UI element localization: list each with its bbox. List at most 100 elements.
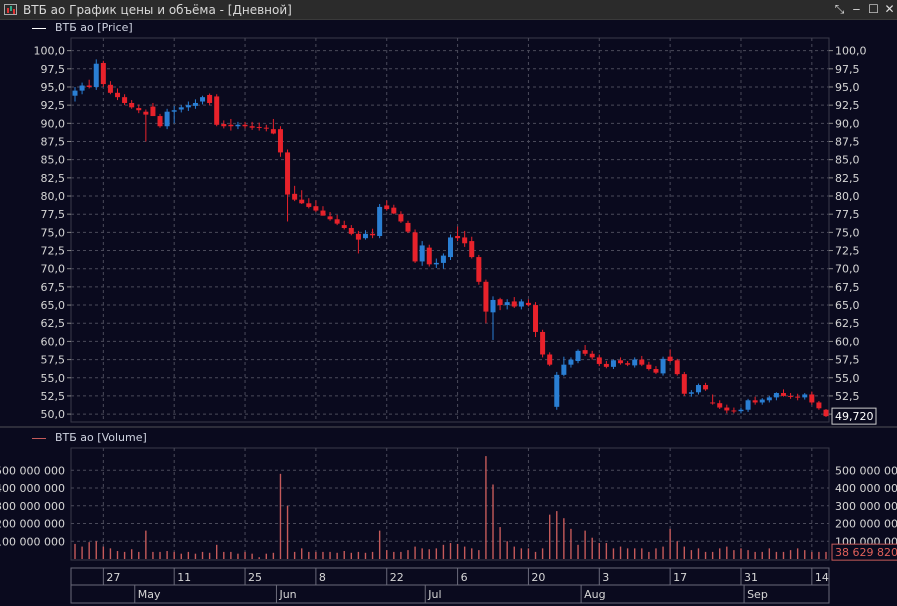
volume-tick-label-left: 500 000 000 <box>0 464 65 477</box>
price-candle <box>752 400 758 403</box>
price-candle <box>129 102 135 108</box>
price-candle <box>107 84 113 93</box>
price-tick-label-left: 55,0 <box>41 372 66 385</box>
price-candle <box>504 302 510 306</box>
price-candle <box>377 206 383 236</box>
price-candle <box>171 110 177 112</box>
price-tick-label-right: 82,5 <box>835 172 860 185</box>
price-plot-frame <box>70 37 830 423</box>
price-candle <box>178 107 184 110</box>
price-candle <box>136 108 142 111</box>
price-candle <box>823 409 829 417</box>
price-candle <box>816 402 822 409</box>
price-tick-label-left: 67,5 <box>41 281 66 294</box>
price-candle <box>235 124 241 127</box>
price-candle <box>788 395 794 397</box>
price-tick-label-right: 62,5 <box>835 317 860 330</box>
day-label: 6 <box>461 571 468 584</box>
last-volume-label: 38 629 820 <box>835 546 897 559</box>
price-candle <box>596 357 602 364</box>
month-label: Aug <box>584 588 605 601</box>
price-candle <box>632 359 638 366</box>
price-tick-label-right: 75,0 <box>835 226 860 239</box>
price-candle <box>348 228 354 234</box>
price-candle <box>256 126 262 128</box>
price-chart[interactable]: 50,050,052,552,555,055,057,557,560,060,0… <box>0 20 897 425</box>
price-tick-label-right: 92,5 <box>835 99 860 112</box>
price-tick-label-right: 52,5 <box>835 390 860 403</box>
price-candle <box>341 225 347 229</box>
price-tick-label-right: 100,0 <box>835 45 867 58</box>
day-label: 22 <box>390 571 404 584</box>
day-label: 8 <box>319 571 326 584</box>
price-candle <box>313 206 319 211</box>
price-candle <box>164 111 170 127</box>
restore-icon[interactable]: ⤡ <box>832 2 847 17</box>
price-candle <box>653 369 659 373</box>
price-tick-label-right: 90,0 <box>835 117 860 130</box>
last-price-label: 49,720 <box>835 410 874 423</box>
price-tick-label-left: 97,5 <box>41 63 66 76</box>
price-candle <box>299 199 305 204</box>
price-tick-label-left: 60,0 <box>41 335 66 348</box>
price-candle <box>540 331 546 355</box>
price-candle <box>448 237 453 258</box>
time-axis[interactable]: 27 11 25 8 22 6 20 3 17 31 14 May Jun Jul Aug Sep <box>0 566 897 606</box>
month-label: Sep <box>747 588 768 601</box>
volume-chart[interactable]: 100 000 000100 000 000200 000 000200 000… <box>0 428 897 566</box>
price-candle <box>207 94 213 103</box>
price-candle <box>603 363 609 367</box>
price-tick-label-right: 70,0 <box>835 263 860 276</box>
price-candle <box>497 299 503 306</box>
volume-tick-label-left: 300 000 000 <box>0 500 65 513</box>
price-candle <box>228 124 234 127</box>
volume-tick-label-right: 400 000 000 <box>835 482 897 495</box>
price-tick-label-right: 65,0 <box>835 299 860 312</box>
price-candle <box>355 233 361 240</box>
price-candle <box>93 63 99 87</box>
price-candle <box>568 359 574 365</box>
price-candle <box>263 127 269 129</box>
price-tick-label-right: 80,0 <box>835 190 860 203</box>
price-candle <box>547 354 553 365</box>
price-candle <box>745 400 751 410</box>
close-icon[interactable]: ✕ <box>882 2 897 17</box>
minimize-icon[interactable]: ‒ <box>849 2 864 17</box>
price-candle <box>440 255 446 263</box>
price-panel[interactable]: ВТБ ао [Price] 50,050,052,552,555,055,05… <box>0 20 897 425</box>
price-tick-label-left: 100,0 <box>34 45 66 58</box>
price-candle <box>802 394 808 398</box>
month-label: Jul <box>427 588 441 601</box>
day-label: 17 <box>673 571 687 584</box>
price-candle <box>469 241 475 258</box>
day-label: 20 <box>531 571 545 584</box>
price-candle <box>362 233 368 239</box>
price-candle <box>738 409 744 412</box>
price-candle <box>511 301 517 307</box>
price-candle <box>242 124 248 127</box>
price-candle <box>192 102 198 106</box>
price-tick-label-left: 87,5 <box>41 136 66 149</box>
price-tick-label-left: 57,5 <box>41 354 66 367</box>
volume-tick-label-left: 400 000 000 <box>0 482 65 495</box>
price-candle <box>433 262 439 265</box>
price-candle <box>561 364 567 375</box>
price-tick-label-left: 62,5 <box>41 317 66 330</box>
volume-tick-label-right: 500 000 000 <box>835 464 897 477</box>
price-candle <box>86 85 92 87</box>
price-candle <box>780 393 786 396</box>
price-tick-label-left: 75,0 <box>41 226 66 239</box>
price-candle <box>483 281 489 312</box>
volume-panel[interactable]: ВТБ ао [Volume] 100 000 000100 000 00020… <box>0 428 897 566</box>
price-tick-label-left: 82,5 <box>41 172 66 185</box>
price-candle <box>681 374 687 394</box>
price-tick-label-left: 65,0 <box>41 299 66 312</box>
month-label: Jun <box>278 588 296 601</box>
price-candle <box>554 374 560 407</box>
maximize-icon[interactable]: ☐ <box>866 2 881 17</box>
price-candle <box>525 302 531 306</box>
price-candle <box>610 360 616 367</box>
price-tick-label-left: 80,0 <box>41 190 66 203</box>
price-candle <box>79 85 85 91</box>
day-label: 14 <box>815 571 829 584</box>
